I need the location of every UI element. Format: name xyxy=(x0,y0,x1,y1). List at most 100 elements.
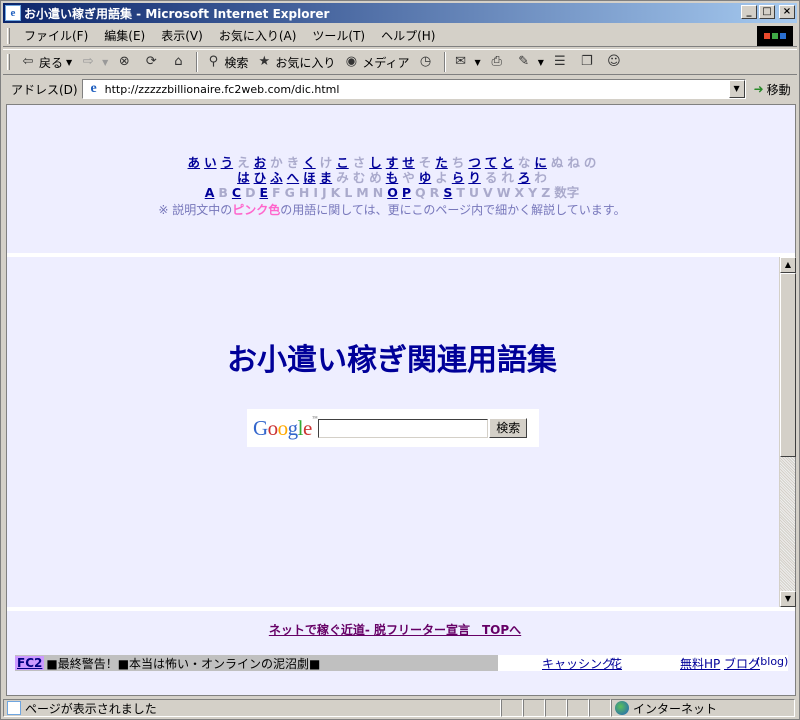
index-item-row1-2[interactable]: う xyxy=(221,155,234,170)
forward-button[interactable]: ⇨ ▼ xyxy=(76,51,112,73)
maximize-button[interactable]: □ xyxy=(759,5,775,19)
top-page-link[interactable]: ネットで稼ぐ近道- 脱フリーター宣言 TOPへ xyxy=(7,621,783,638)
google-logo-letter: o xyxy=(277,415,289,440)
menu-help[interactable]: ヘルプ(H) xyxy=(373,25,443,46)
index-item-row1-19[interactable]: と xyxy=(501,155,514,170)
index-item-row1-9[interactable]: こ xyxy=(336,155,349,170)
index-item-row2-11[interactable]: ゆ xyxy=(419,170,432,185)
address-label: アドレス(D) xyxy=(11,82,78,97)
messenger-button[interactable]: ☺ xyxy=(602,51,629,73)
media-button[interactable]: ◉ メディア xyxy=(339,51,413,73)
minimize-button[interactable]: _ xyxy=(741,5,757,19)
page-done-icon xyxy=(7,701,21,715)
index-item-row1-4[interactable]: お xyxy=(254,155,267,170)
index-item-row3-15[interactable]: P xyxy=(402,185,411,200)
free-hp-link[interactable]: 無料HP xyxy=(680,655,720,672)
index-item-row2-4[interactable]: ほ xyxy=(303,170,316,185)
edit-button[interactable]: ✎ ▼ xyxy=(512,51,548,73)
index-item-row1-18[interactable]: て xyxy=(485,155,498,170)
index-item-row2-17[interactable]: ろ xyxy=(518,170,531,185)
index-item-row1-20: な xyxy=(517,155,531,170)
address-dropdown-button[interactable]: ▼ xyxy=(728,80,745,98)
toolbar-grip[interactable] xyxy=(7,54,10,70)
back-dropdown-icon[interactable]: ▼ xyxy=(66,58,72,67)
refresh-button[interactable]: ⟳ xyxy=(139,51,166,73)
index-item-row3-7: H xyxy=(298,185,310,200)
index-item-row2-13[interactable]: ら xyxy=(452,170,465,185)
index-item-row2-5[interactable]: ま xyxy=(320,170,333,185)
index-item-row1-13[interactable]: せ xyxy=(402,155,415,170)
research-button[interactable]: ❐ xyxy=(575,51,602,73)
address-input[interactable]: e http://zzzzzbillionaire.fc2web.com/dic… xyxy=(81,79,746,99)
index-item-row2-14[interactable]: り xyxy=(468,170,481,185)
index-item-row1-17[interactable]: つ xyxy=(468,155,481,170)
back-button[interactable]: ⇦ 戻る ▼ xyxy=(16,51,76,73)
flower-link[interactable]: 花 xyxy=(610,655,622,672)
index-item-row1-24: の xyxy=(583,155,597,170)
blog-link[interactable]: ブログ xyxy=(724,655,760,672)
stop-button[interactable]: ⊗ xyxy=(112,51,139,73)
index-item-row2-2[interactable]: ふ xyxy=(270,170,283,185)
research-icon: ❐ xyxy=(581,54,593,69)
go-button[interactable]: ➜ 移動 xyxy=(754,81,791,98)
index-item-row2-1[interactable]: ひ xyxy=(254,170,267,185)
mail-button[interactable]: ✉ ▼ xyxy=(449,51,485,73)
status-pane-2 xyxy=(501,699,523,717)
print-button[interactable]: ⎙ xyxy=(485,51,512,73)
search-input[interactable] xyxy=(318,418,489,438)
close-button[interactable]: × xyxy=(779,5,795,19)
windows-logo-icon xyxy=(757,26,793,46)
index-item-row3-16: Q xyxy=(415,185,426,200)
scroll-down-button[interactable]: ▼ xyxy=(780,591,796,607)
mail-dropdown-icon[interactable]: ▼ xyxy=(475,58,481,67)
status-pane-4 xyxy=(545,699,567,717)
search-button[interactable]: ⚲ 検索 xyxy=(201,51,252,73)
index-item-row2-9[interactable]: も xyxy=(386,170,399,185)
menu-tools[interactable]: ツール(T) xyxy=(304,25,373,46)
index-item-row1-0[interactable]: あ xyxy=(188,155,201,170)
scroll-thumb[interactable] xyxy=(780,273,796,457)
history-button[interactable]: ◷ xyxy=(414,51,441,73)
discuss-button[interactable]: ☰ xyxy=(548,51,575,73)
forward-dropdown-icon[interactable]: ▼ xyxy=(102,58,108,67)
index-item-row1-1[interactable]: い xyxy=(204,155,217,170)
index-item-row3-9: J xyxy=(321,185,327,200)
menu-favorites[interactable]: お気に入り(A) xyxy=(211,25,305,46)
index-item-row3-18[interactable]: S xyxy=(443,185,452,200)
menu-view[interactable]: 表示(V) xyxy=(153,25,211,46)
index-item-row1-7[interactable]: く xyxy=(303,155,316,170)
scroll-up-button[interactable]: ▲ xyxy=(780,257,796,273)
index-item-row1-15[interactable]: た xyxy=(435,155,448,170)
go-arrow-icon: ➜ xyxy=(753,82,764,96)
menu-file[interactable]: ファイル(F) xyxy=(16,25,96,46)
index-item-row2-8: め xyxy=(369,170,382,185)
edit-dropdown-icon[interactable]: ▼ xyxy=(538,58,544,67)
favorites-button[interactable]: ★ お気に入り xyxy=(252,51,339,73)
fc2-logo[interactable]: FC2 xyxy=(15,656,45,670)
home-button[interactable]: ⌂ xyxy=(166,51,193,73)
index-item-row1-11[interactable]: し xyxy=(369,155,382,170)
cashing-link[interactable]: キャッシング xyxy=(542,655,614,672)
address-url[interactable]: http://zzzzzbillionaire.fc2web.com/dic.h… xyxy=(105,83,340,96)
search-label: 検索 xyxy=(224,55,249,70)
status-pane-3 xyxy=(523,699,545,717)
note-prefix: ※ 説明文中の xyxy=(158,203,233,217)
index-item-row3-8: I xyxy=(313,185,318,200)
go-label: 移動 xyxy=(766,82,791,97)
title-bar[interactable]: e お小遣い稼ぎ用語集 - Microsoft Internet Explore… xyxy=(3,3,797,23)
index-item-row3-2[interactable]: C xyxy=(232,185,241,200)
menu-grip[interactable] xyxy=(7,27,10,44)
index-item-row3-14[interactable]: O xyxy=(387,185,398,200)
index-item-row2-3[interactable]: へ xyxy=(287,170,300,185)
fc2-ad-text[interactable]: ■最終警告！■本当は怖い・オンラインの泥沼劇■ xyxy=(46,655,320,672)
index-item-row1-21[interactable]: に xyxy=(534,155,547,170)
menu-edit[interactable]: 編集(E) xyxy=(96,25,153,46)
index-item-row3-0[interactable]: A xyxy=(205,185,215,200)
index-note: ※ 説明文中のピンク色の用語に関しては、更にこのページ内で細かく解説しています。 xyxy=(7,201,777,218)
index-item-row3-4[interactable]: E xyxy=(260,185,269,200)
index-item-row1-12[interactable]: す xyxy=(386,155,399,170)
vertical-scrollbar[interactable]: ▲ ▼ xyxy=(779,257,796,607)
search-submit-button[interactable]: 検索 xyxy=(489,418,528,438)
index-item-row2-0[interactable]: は xyxy=(237,170,250,185)
browser-window: e お小遣い稼ぎ用語集 - Microsoft Internet Explore… xyxy=(0,0,800,720)
